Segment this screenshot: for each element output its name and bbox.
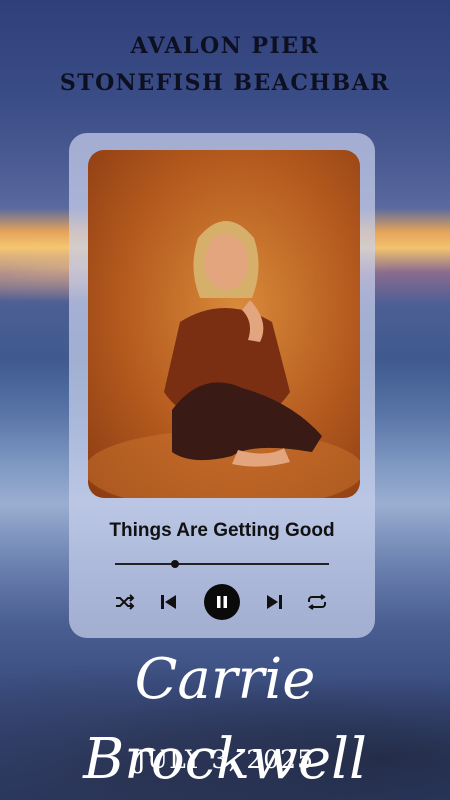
pause-icon [217, 596, 227, 608]
song-title: Things Are Getting Good [109, 520, 335, 541]
artist-photo [88, 221, 360, 498]
previous-icon[interactable] [157, 584, 181, 620]
venue-line2: STONEFISH BEACHBAR [59, 70, 391, 96]
venue-line1: AVALON PIER [130, 33, 320, 59]
progress-handle[interactable] [170, 560, 179, 568]
progress-bar[interactable] [115, 560, 329, 568]
next-icon[interactable] [262, 584, 286, 620]
playback-controls [69, 584, 375, 620]
music-player-card: Things Are Getting Good [69, 133, 375, 638]
event-date: JULY 3, 2025 [136, 745, 314, 774]
artist-name: Carrie Brockwell [83, 647, 367, 792]
shuffle-icon[interactable] [113, 584, 137, 620]
repeat-icon[interactable] [305, 584, 329, 620]
album-cover [88, 150, 360, 498]
venue-heading: AVALON PIER STONEFISH BEACHBAR [0, 28, 450, 102]
pause-button[interactable] [204, 584, 240, 620]
